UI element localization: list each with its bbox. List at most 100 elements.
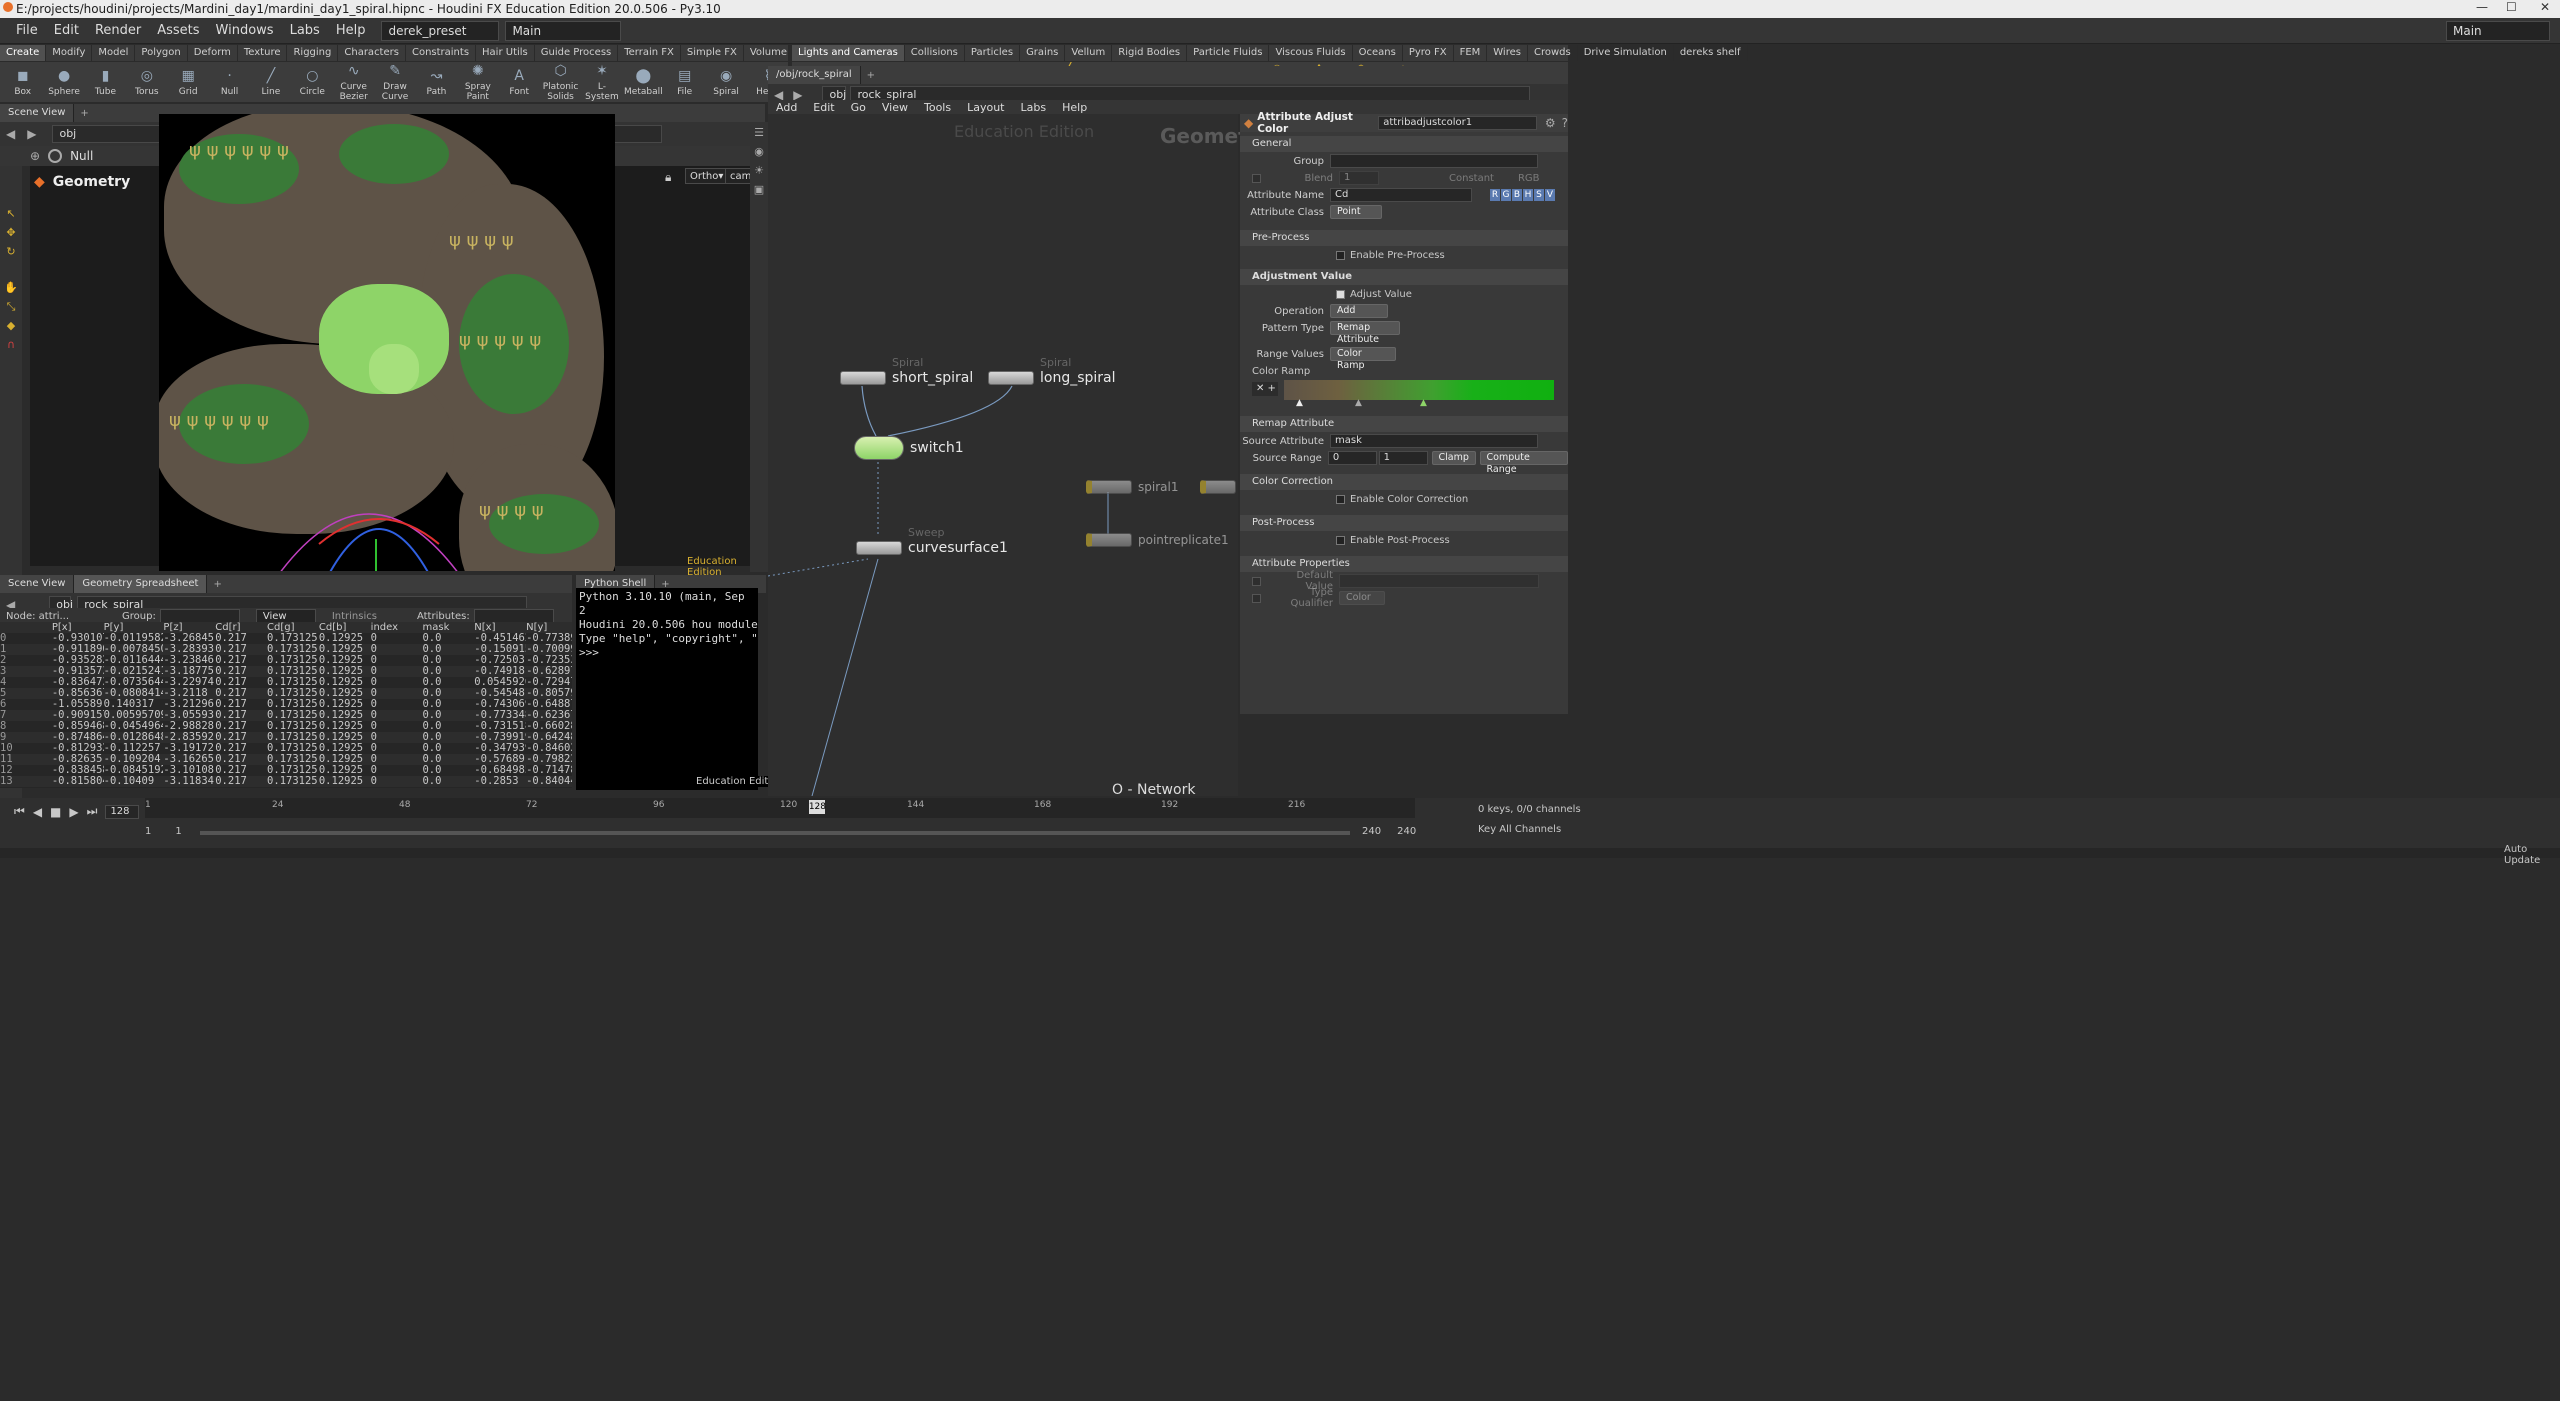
network-menu-go[interactable]: Go bbox=[843, 101, 874, 114]
table-row[interactable]: 12 -0.838458 -0.0845192 -3.10108 0.217 0.1731… bbox=[0, 765, 572, 776]
column-header[interactable]: N[x] bbox=[474, 622, 526, 633]
shelf-tab-wires[interactable]: Wires bbox=[1487, 45, 1528, 61]
shelf-tool-file[interactable]: ▤ File bbox=[664, 67, 705, 97]
magnet-icon[interactable]: ∩ bbox=[3, 337, 19, 353]
attr-class-dropdown[interactable]: Point bbox=[1330, 205, 1382, 219]
section-general[interactable]: General bbox=[1240, 136, 1568, 152]
attributes-field[interactable] bbox=[473, 609, 554, 623]
blend-field[interactable]: 1 bbox=[1339, 171, 1379, 185]
shelf-tool-torus[interactable]: ◎ Torus bbox=[126, 67, 167, 97]
column-header[interactable]: P[y] bbox=[104, 622, 164, 633]
table-row[interactable]: 13 -0.815804 -0.10409 -3.11834 0.217 0.173125… bbox=[0, 776, 572, 787]
column-header[interactable]: index bbox=[371, 622, 423, 633]
handle-tool-icon[interactable]: ◆ bbox=[3, 318, 19, 334]
range-max-field[interactable]: 1 bbox=[1378, 451, 1428, 465]
postprocess-checkbox[interactable] bbox=[1336, 535, 1345, 545]
shelf-tab-particle-fluids[interactable]: Particle Fluids bbox=[1187, 45, 1270, 61]
table-row[interactable]: 9 -0.874864 -0.0128648 -2.83592 0.217 0.17312… bbox=[0, 732, 572, 743]
shelf-tab-drive-simulation[interactable]: Drive Simulation bbox=[1578, 45, 1674, 61]
blend-checkbox[interactable] bbox=[1252, 173, 1261, 183]
network-menu-layout[interactable]: Layout bbox=[959, 101, 1012, 114]
context-dropdown[interactable]: Main bbox=[505, 20, 622, 41]
menu-file[interactable]: File bbox=[8, 23, 46, 38]
range-slider[interactable] bbox=[200, 831, 1350, 835]
close-button[interactable]: ✕ bbox=[2540, 0, 2550, 14]
type-qualifier-checkbox[interactable] bbox=[1252, 593, 1261, 603]
stop-icon[interactable]: ■ bbox=[50, 805, 61, 819]
network-menu-help[interactable]: Help bbox=[1054, 101, 1095, 114]
preprocess-checkbox[interactable] bbox=[1336, 250, 1345, 260]
shelf-tab-crowds[interactable]: Crowds bbox=[1528, 45, 1578, 61]
node-spiral-offscreen[interactable] bbox=[1200, 480, 1236, 494]
column-header[interactable]: Cd[r] bbox=[215, 622, 267, 633]
shelf-tab-pyro-fx[interactable]: Pyro FX bbox=[1403, 45, 1454, 61]
right-context-dropdown[interactable]: Main bbox=[2446, 21, 2550, 41]
default-value-field[interactable] bbox=[1339, 574, 1539, 588]
shelf-tool-metaball[interactable]: ⬤ Metaball bbox=[623, 67, 664, 97]
shelf-tool-spiral[interactable]: ◉ Spiral bbox=[705, 67, 746, 97]
desktop-dropdown[interactable]: derek_preset bbox=[381, 20, 500, 41]
shelf-tab-rigging[interactable]: Rigging bbox=[287, 45, 339, 61]
column-header[interactable]: Cd[g] bbox=[267, 622, 319, 633]
view-dropdown[interactable]: View bbox=[255, 609, 316, 623]
table-row[interactable]: 11 -0.82635 -0.109204 -3.16265 0.217 0.173125… bbox=[0, 754, 572, 765]
color-ramp-gradient[interactable] bbox=[1284, 380, 1554, 400]
range-min-field[interactable]: 0 bbox=[1327, 451, 1377, 465]
forward-arrow-icon[interactable]: ▶ bbox=[21, 127, 42, 141]
move-tool-icon[interactable]: ✥ bbox=[3, 225, 19, 241]
rgb-button-v[interactable]: V bbox=[1545, 189, 1555, 201]
jump-start-icon[interactable]: ⏮ bbox=[14, 804, 25, 819]
shelf-tool-curve-bezier[interactable]: ∿ Curve Bezier bbox=[333, 62, 374, 102]
shelf-tool-circle[interactable]: ○ Circle bbox=[292, 67, 333, 97]
column-header[interactable]: N[y] bbox=[526, 622, 572, 633]
projection-dropdown[interactable]: Ortho ▾ bbox=[685, 168, 729, 184]
rgb-button-h[interactable]: H bbox=[1523, 189, 1533, 201]
visibility-icon[interactable]: ◉ bbox=[751, 144, 767, 160]
shelf-tab-terrain-fx[interactable]: Terrain FX bbox=[618, 45, 681, 61]
shelf-tab-model[interactable]: Model bbox=[92, 45, 136, 61]
compute-range-button[interactable]: Compute Range bbox=[1479, 451, 1568, 475]
rgb-button-b[interactable]: B bbox=[1512, 189, 1522, 201]
section-color-correction[interactable]: Color Correction bbox=[1240, 474, 1568, 490]
rgb-button-r[interactable]: R bbox=[1490, 189, 1500, 201]
add-tab-icon[interactable]: + bbox=[74, 108, 94, 119]
table-row[interactable]: 3 -0.913573 -0.0215241 -3.18775 0.217 0.17312… bbox=[0, 666, 572, 677]
color-correction-checkbox[interactable] bbox=[1336, 494, 1345, 504]
3d-viewport[interactable]: ψ ψ ψ ψ ψ ψ ψ ψ ψ ψ ψ ψ ψ ψ ψ ψ ψ ψ ψ ψ … bbox=[159, 114, 615, 571]
group-param-field[interactable] bbox=[1330, 154, 1538, 168]
column-header[interactable]: Cd[b] bbox=[319, 622, 371, 633]
scale-tool-icon[interactable]: ⤡ bbox=[3, 299, 19, 315]
table-row[interactable]: 0 -0.930107 -0.0119582 -3.26845 0.217 0.17312… bbox=[0, 633, 572, 644]
help-icon[interactable]: ? bbox=[1562, 116, 1568, 130]
column-header[interactable]: mask bbox=[422, 622, 474, 633]
shelf-tab-polygon[interactable]: Polygon bbox=[135, 45, 188, 61]
node-short-spiral[interactable]: short_spiral Spiral bbox=[840, 356, 973, 386]
shelf-tab-vellum[interactable]: Vellum bbox=[1065, 45, 1113, 61]
attr-name-field[interactable]: Cd bbox=[1330, 188, 1472, 202]
menu-assets[interactable]: Assets bbox=[149, 23, 207, 38]
shelf-tool-path[interactable]: ↝ Path bbox=[416, 67, 457, 97]
auto-update-button[interactable]: Auto Update bbox=[2504, 844, 2560, 866]
pose-tool-icon[interactable]: ✋ bbox=[3, 280, 19, 296]
shelf-tool-sphere[interactable]: ● Sphere bbox=[43, 67, 84, 97]
network-editor[interactable]: Education Edition Geometry short_spiral … bbox=[768, 114, 1271, 814]
shelf-tool-tube[interactable]: ▮ Tube bbox=[85, 67, 126, 97]
step-back-icon[interactable]: ◀ bbox=[33, 805, 42, 819]
minimize-button[interactable]: — bbox=[2476, 0, 2488, 14]
add-tab-icon-4[interactable]: + bbox=[861, 70, 881, 81]
table-row[interactable]: 5 -0.856367 -0.0808414 -3.2118 0.217 0.173125… bbox=[0, 688, 572, 699]
maximize-button[interactable]: ☐ bbox=[2506, 0, 2517, 14]
shelf-tab-guide-process[interactable]: Guide Process bbox=[535, 45, 619, 61]
table-row[interactable]: 2 -0.935282 -0.0116444 -3.23846 0.217 0.17312… bbox=[0, 655, 572, 666]
pattern-dropdown[interactable]: Remap Attribute bbox=[1330, 321, 1400, 345]
operation-dropdown[interactable]: Add bbox=[1330, 304, 1388, 318]
shelf-tab-characters[interactable]: Characters bbox=[338, 45, 406, 61]
shelf-tool-grid[interactable]: ▦ Grid bbox=[168, 67, 209, 97]
menu-edit[interactable]: Edit bbox=[46, 23, 87, 38]
shelf-tab-dereks-shelf[interactable]: dereks shelf bbox=[1674, 45, 1748, 61]
back-arrow-icon[interactable]: ◀ bbox=[0, 127, 21, 141]
table-row[interactable]: 8 -0.859468 -0.0454964 -2.98828 0.217 0.17312… bbox=[0, 721, 572, 732]
tab-geometry-spreadsheet[interactable]: Geometry Spreadsheet bbox=[74, 575, 208, 593]
shelf-tab-hair-utils[interactable]: Hair Utils bbox=[476, 45, 535, 61]
source-attr-field[interactable]: mask bbox=[1330, 434, 1538, 448]
